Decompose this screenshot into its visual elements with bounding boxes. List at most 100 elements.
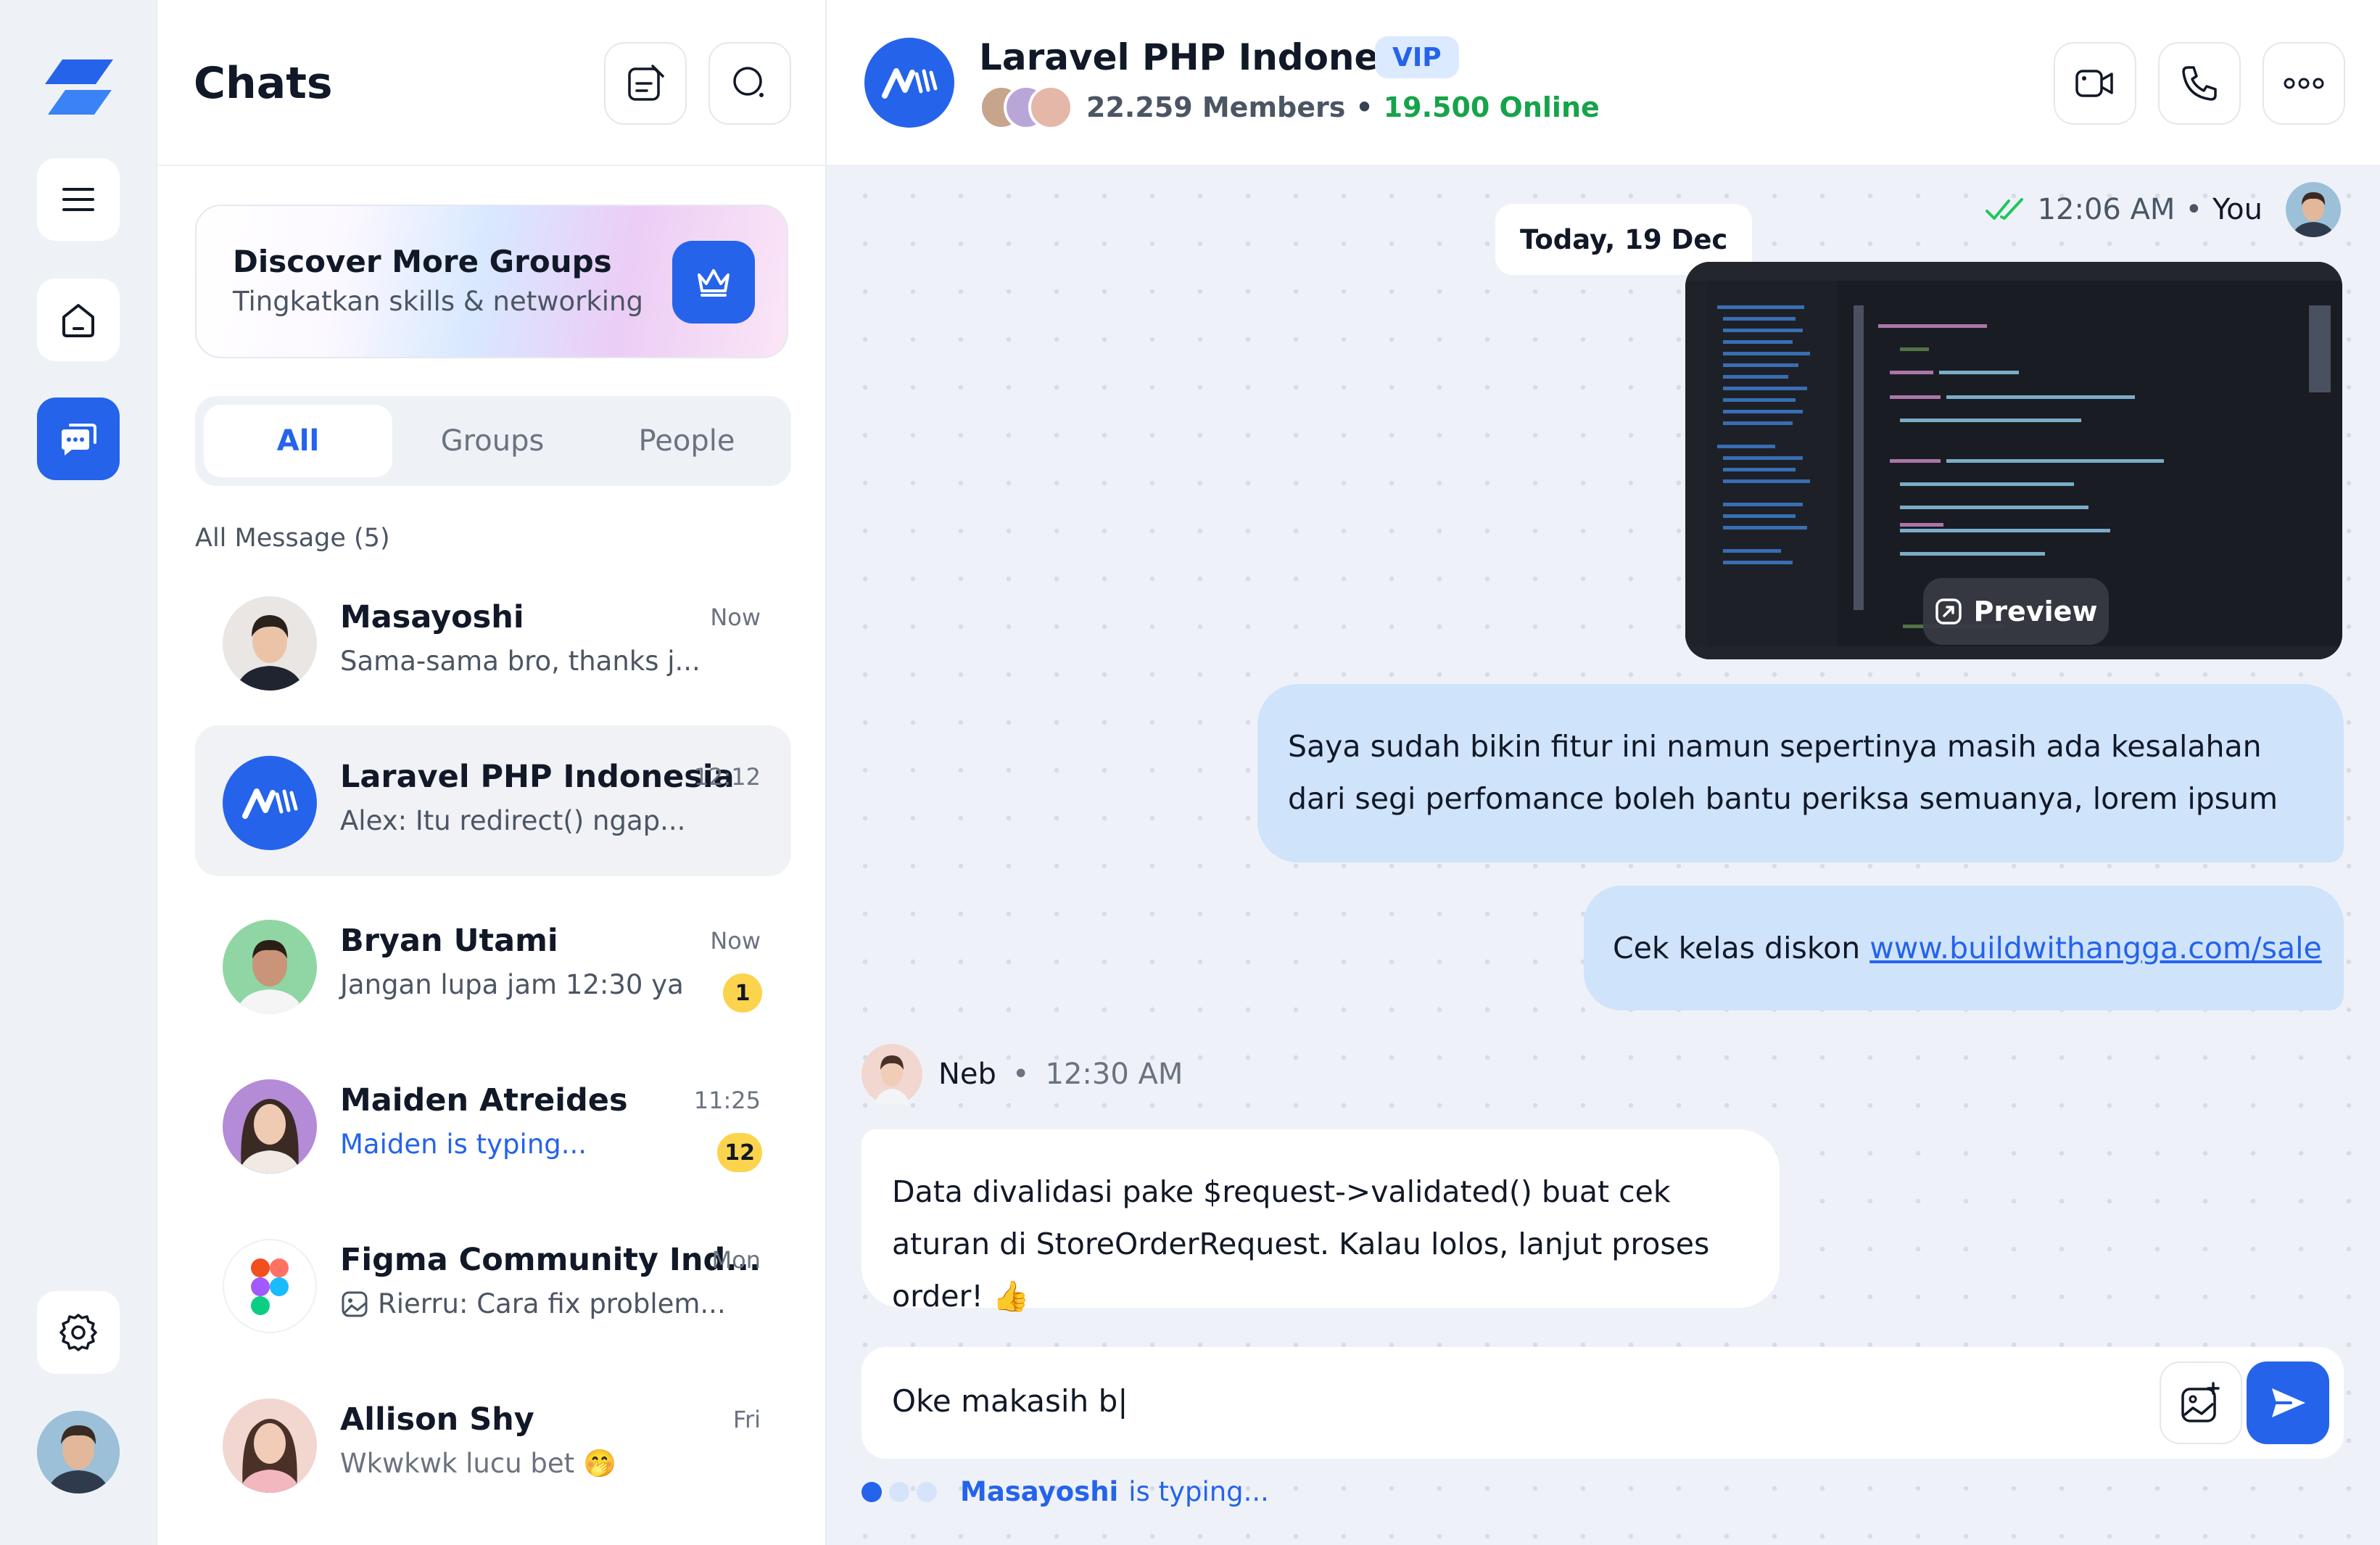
chat-item-bryan-utami[interactable]: Bryan Utami Jangan lupa jam 12:30 ya Now… [195,889,791,1040]
typing-text: is typing... [1128,1476,1269,1507]
menu-icon [62,188,94,211]
unread-badge: 12 [717,1133,762,1172]
chat-time: 12:12 [693,763,761,791]
message-count-label: All Message (5) [195,524,390,553]
group-avatar[interactable] [864,38,954,128]
unread-badge: 1 [723,973,762,1013]
my-avatar [2286,182,2341,237]
chat-time: Mon [711,1246,761,1274]
separator-dot: • [1012,1058,1030,1091]
received-time: 12:30 AM [1045,1058,1183,1091]
avatar [223,1079,317,1174]
separator-dot: • [1355,91,1373,123]
chat-filter-tabs: All Groups People [195,396,791,486]
new-chat-button[interactable] [604,42,687,125]
image-attachment-icon [342,1291,368,1317]
sent-time: 12:06 AM [2037,193,2176,226]
chat-preview: Sama-sama bro, thanks j... [340,646,701,677]
chat-name: Masayoshi [340,599,524,635]
sidebar-header: Chats [157,0,826,166]
preview-label: Preview [1973,596,2098,627]
chat-name: Allison Shy [340,1401,534,1438]
video-camera-icon [2075,70,2113,97]
sent-message-meta: 12:06 AM • You [1984,182,2341,237]
chat-name: Laravel PHP Indonesia [340,759,735,795]
menu-button[interactable] [37,158,120,241]
chat-typing-status: Maiden is typing... [340,1129,587,1160]
chat-preview: Jangan lupa jam 12:30 ya [340,969,684,1000]
sent-promo-bubble: Cek kelas diskon www.buildwithangga.com/… [1584,886,2344,1010]
voice-call-button[interactable] [2158,42,2241,125]
video-call-button[interactable] [2054,42,2136,125]
chat-icon [62,424,96,456]
chat-time: Fri [732,1406,761,1433]
settings-icon [59,1314,97,1351]
chat-item-masayoshi[interactable]: Masayoshi Sama-sama bro, thanks j... Now [195,566,791,717]
avatar-image [37,1411,120,1494]
more-options-button[interactable] [2263,42,2345,125]
sidebar-title: Chats [194,58,333,109]
avatar [223,1398,317,1493]
phone-icon [2182,66,2217,101]
home-button[interactable] [37,279,120,361]
promo-link[interactable]: www.buildwithangga.com/sale [1869,931,2321,965]
home-icon [62,304,94,337]
chat-name: Bryan Utami [340,923,558,959]
group-logo-icon [882,68,938,99]
member-avatars [979,85,1073,130]
received-message-bubble: Data divalidasi pake $request->validated… [861,1129,1780,1314]
message-text: Saya sudah bikin fitur ini namun seperti… [1288,729,2278,816]
chat-item-figma-community[interactable]: Figma Community Ind... Rierru: Cara fix … [195,1208,791,1359]
avatar [223,920,317,1014]
chat-name: Figma Community Ind... [340,1242,761,1278]
group-logo-icon [242,788,298,819]
typing-dots [861,1481,937,1502]
chat-item-laravel-php-indonesia[interactable]: Laravel PHP Indonesia Alex: Itu redirect… [195,725,791,876]
tab-all[interactable]: All [204,405,392,477]
message-text: Cek kelas diskon [1613,931,1870,965]
send-button[interactable] [2247,1361,2329,1444]
chat-item-allison-shy[interactable]: Allison Shy Wkwkwk lucu bet 🤭 Fri [195,1368,791,1519]
group-avatar [223,756,317,850]
sent-message-bubble: Saya sudah bikin fitur ini namun seperti… [1257,684,2344,862]
typing-indicator: Masayoshi is typing... [861,1476,1269,1507]
discover-crown-button[interactable] [672,241,755,324]
vip-badge: VIP [1375,36,1459,78]
expand-icon [1935,598,1962,625]
group-name: Laravel PHP Indonesia [979,36,1438,78]
logo-icon [45,59,113,115]
message-composer: Oke makasih b| [861,1347,2344,1459]
chat-item-maiden-atreides[interactable]: Maiden Atreides Maiden is typing... 11:2… [195,1049,791,1200]
crown-icon [698,269,730,297]
chat-preview: Wkwkwk lucu bet 🤭 [340,1448,617,1479]
settings-button[interactable] [37,1291,120,1374]
conversation-header: Laravel PHP Indonesia VIP 22.259 Members… [827,0,2380,166]
send-icon [2272,1388,2305,1417]
attach-image-button[interactable] [2160,1361,2242,1444]
avatar [223,596,317,691]
member-stats: 22.259 Members • 19.500 Online [1086,91,1600,123]
preview-button[interactable]: Preview [1923,578,2109,645]
tab-groups[interactable]: Groups [398,405,587,477]
message-input[interactable]: Oke makasih b| [892,1383,1128,1419]
code-screenshot-attachment[interactable]: Preview [1685,262,2342,659]
search-icon [733,67,764,97]
search-button[interactable] [708,42,791,125]
chat-preview: Alex: Itu redirect() ngap... [340,805,686,836]
online-count: 19.500 Online [1383,91,1600,123]
chat-name: Maiden Atreides [340,1082,628,1118]
chat-time: 11:25 [693,1087,761,1114]
figma-logo-icon [251,1258,289,1315]
sent-by: You [2212,193,2263,226]
separator-dot: • [2185,193,2203,226]
chat-time: Now [710,927,761,955]
discover-title: Discover More Groups [233,244,612,279]
chats-button[interactable] [37,397,120,480]
discover-groups-card[interactable]: Discover More Groups Tingkatkan skills &… [195,205,788,358]
user-avatar[interactable] [37,1411,120,1494]
tab-people[interactable]: People [592,405,781,477]
typing-user: Masayoshi [960,1476,1119,1507]
more-icon [2284,78,2324,89]
double-check-icon [1985,198,2023,220]
discover-subtitle: Tingkatkan skills & networking [233,286,643,317]
